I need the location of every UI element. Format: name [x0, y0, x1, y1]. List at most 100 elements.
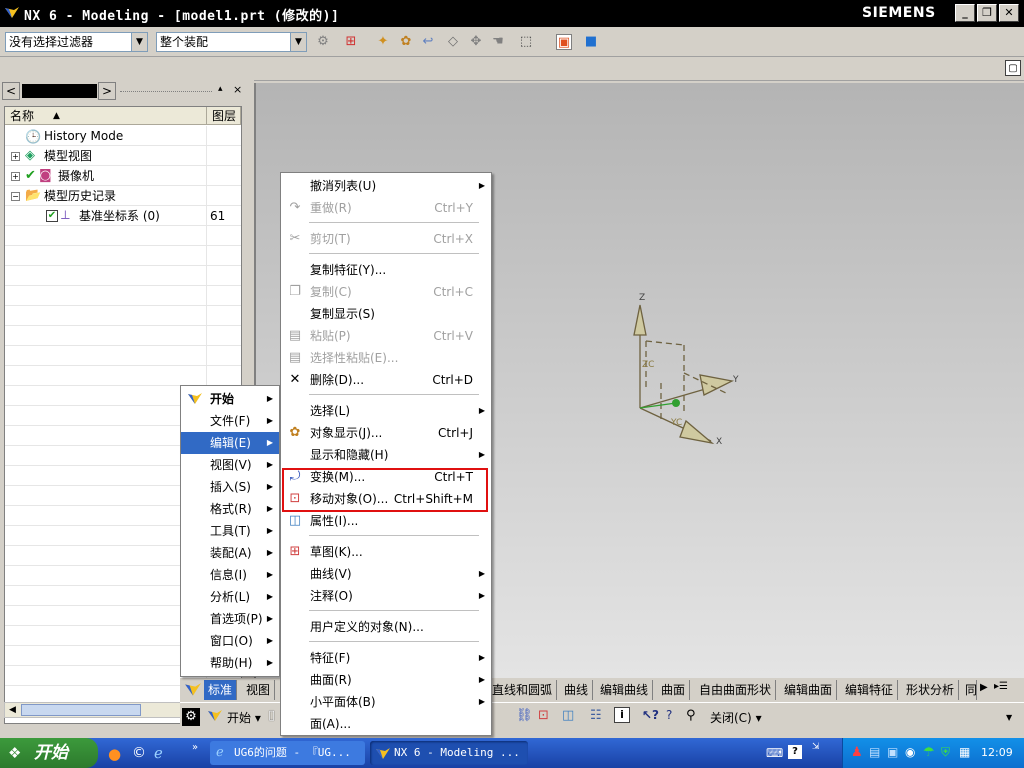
- cursor-icon[interactable]: ✦: [375, 34, 391, 50]
- expand-icon[interactable]: +: [11, 172, 20, 181]
- menu-item-paste-special[interactable]: ▤ 选择性粘贴(E)...: [281, 347, 491, 369]
- ie-icon[interactable]: ℯ: [154, 744, 163, 762]
- umbrella-icon[interactable]: ☂: [923, 745, 935, 760]
- scroll-left-icon[interactable]: <: [2, 82, 20, 100]
- chevron-down-icon[interactable]: ▼: [131, 33, 147, 51]
- snap-point-icon[interactable]: ⊞: [343, 34, 359, 50]
- task-browser[interactable]: ℯ UG6的问题 - 『UG...: [210, 741, 365, 765]
- tab-standard[interactable]: 标准: [204, 680, 238, 700]
- menu-item-annotation[interactable]: 注释(O) ▶: [281, 585, 491, 607]
- menu-item-preferences[interactable]: 首选项(P) ▶: [181, 608, 279, 630]
- menu-item-properties[interactable]: ◫ 属性(I)...: [281, 510, 491, 532]
- restore-button[interactable]: ❐: [977, 4, 997, 22]
- tree-row-datum-csys[interactable]: ✔ ⟂ 基准坐标系 (0) 61: [5, 206, 241, 226]
- menu-item-face[interactable]: 面(A)...: [281, 713, 491, 735]
- menu-item-view[interactable]: 视图(V) ▶: [181, 454, 279, 476]
- quicklaunch-more-icon[interactable]: »: [192, 742, 198, 753]
- eraser-icon[interactable]: ◇: [445, 34, 461, 50]
- people-icon[interactable]: ♟: [851, 745, 863, 760]
- menu-item-surface[interactable]: 曲面(R) ▶: [281, 669, 491, 691]
- link-icon[interactable]: ⛓: [516, 708, 533, 723]
- menu-item-redo[interactable]: ↷ 重做(R) Ctrl+Y: [281, 197, 491, 219]
- undo-icon[interactable]: ↩: [420, 34, 436, 50]
- chevron-down-icon[interactable]: ▼: [290, 33, 306, 51]
- menu-item-help[interactable]: 帮助(H) ▶: [181, 652, 279, 674]
- checkbox-icon[interactable]: ✔: [46, 210, 58, 222]
- column-header-name[interactable]: 名称 ▲: [5, 107, 207, 125]
- tree-row-history-mode[interactable]: 🕒 History Mode: [5, 126, 241, 146]
- help-icon[interactable]: ?: [666, 708, 672, 722]
- cube-icon[interactable]: ▣: [556, 34, 572, 50]
- menu-item-assemblies[interactable]: 装配(A) ▶: [181, 542, 279, 564]
- close-button[interactable]: ✕: [999, 4, 1019, 22]
- tab-freeform[interactable]: 自由曲面形状: [695, 680, 777, 700]
- palette-icon[interactable]: ✿: [398, 34, 414, 50]
- info-icon[interactable]: i: [614, 707, 630, 723]
- navigator-scroll-thumb[interactable]: [22, 84, 97, 98]
- move-icon[interactable]: ✥: [468, 34, 484, 50]
- menu-item-format[interactable]: 格式(R) ▶: [181, 498, 279, 520]
- close-part-button[interactable]: 关闭(C) ▾: [710, 709, 762, 726]
- menu-item-file[interactable]: 文件(F) ▶: [181, 410, 279, 432]
- safety-icon[interactable]: ◉: [905, 745, 915, 759]
- menu-item-facet-body[interactable]: 小平面体(B) ▶: [281, 691, 491, 713]
- tab-shape-analysis[interactable]: 形状分析: [902, 680, 960, 700]
- shield-icon[interactable]: ⛨: [941, 745, 950, 760]
- help-icon[interactable]: ?: [788, 745, 802, 759]
- menu-item-curve[interactable]: 曲线(V) ▶: [281, 563, 491, 585]
- tab-lines-arcs[interactable]: 直线和圆弧: [488, 680, 558, 700]
- menu-item-cut[interactable]: ✂ 剪切(T) Ctrl+X: [281, 228, 491, 250]
- menu-item-feature[interactable]: 特征(F) ▶: [281, 647, 491, 669]
- layer-icon[interactable]: ◫: [562, 708, 574, 723]
- scope-select[interactable]: 整个装配 ▼: [156, 32, 307, 52]
- menu-item-show-hide[interactable]: 显示和隐藏(H) ▶: [281, 444, 491, 466]
- task-nx[interactable]: NX 6 - Modeling ...: [370, 741, 528, 765]
- tab-edit-curves[interactable]: 编辑曲线: [596, 680, 654, 700]
- gear-icon[interactable]: ⚙: [182, 708, 200, 726]
- start-button[interactable]: ❖ 开始: [0, 738, 98, 768]
- menu-item-user-defined-object[interactable]: 用户定义的对象(N)...: [281, 616, 491, 638]
- keyboard-icon[interactable]: ⌨: [766, 746, 783, 760]
- menu-item-analysis[interactable]: 分析(L) ▶: [181, 586, 279, 608]
- tab-edit-features[interactable]: 编辑特征: [841, 680, 899, 700]
- gear-icon[interactable]: ⚙: [315, 34, 331, 50]
- tray-app-icon[interactable]: ▦: [959, 745, 970, 759]
- fit-view-icon[interactable]: ▢: [1005, 60, 1021, 76]
- menu-item-insert[interactable]: 插入(S) ▶: [181, 476, 279, 498]
- hand-icon[interactable]: ☚: [490, 34, 506, 50]
- solid-cube-icon[interactable]: ■: [583, 34, 599, 50]
- tab-edit-surfaces[interactable]: 编辑曲面: [780, 680, 838, 700]
- tab-more[interactable]: 同: [963, 680, 977, 700]
- binoculars-icon[interactable]: ⚲: [686, 708, 696, 723]
- scroll-left-icon[interactable]: ◀: [5, 703, 20, 717]
- menu-item-window[interactable]: 窗口(O) ▶: [181, 630, 279, 652]
- tabs-menu-icon[interactable]: ▸☰: [994, 681, 1008, 692]
- tab-curves[interactable]: 曲线: [560, 680, 594, 700]
- start-menu-button[interactable]: 开始 ▾: [227, 709, 261, 726]
- move-object-icon[interactable]: ⊡: [538, 708, 549, 723]
- menu-item-information[interactable]: 信息(I) ▶: [181, 564, 279, 586]
- scroll-right-icon[interactable]: >: [98, 82, 116, 100]
- info-list-icon[interactable]: ☷: [590, 708, 602, 723]
- menu-item-selection[interactable]: 选择(L) ▶: [281, 400, 491, 422]
- browser-icon[interactable]: ©: [132, 745, 146, 761]
- minimize-button[interactable]: _: [955, 4, 975, 22]
- expand-icon[interactable]: +: [11, 152, 20, 161]
- tree-row-model-views[interactable]: + ◈ 模型视图: [5, 146, 241, 166]
- menu-item-sketch[interactable]: ⊞ 草图(K)...: [281, 541, 491, 563]
- menu-item-start[interactable]: 开始 ▶: [181, 388, 279, 410]
- monitor-icon[interactable]: ▣: [887, 745, 898, 759]
- select-box-icon[interactable]: ⬚: [518, 34, 534, 50]
- network-icon[interactable]: ▤: [869, 745, 880, 759]
- collapse-icon[interactable]: −: [11, 192, 20, 201]
- menu-item-undo-list[interactable]: 撤消列表(U) ▶: [281, 175, 491, 197]
- menu-item-delete[interactable]: ✕ 删除(D)... Ctrl+D: [281, 369, 491, 391]
- collapse-icon[interactable]: ▴: [218, 84, 223, 94]
- menu-item-object-display[interactable]: ✿ 对象显示(J)... Ctrl+J: [281, 422, 491, 444]
- new-file-icon[interactable]: ▯: [268, 708, 275, 723]
- close-icon[interactable]: ×: [233, 83, 242, 96]
- menu-item-paste[interactable]: ▤ 粘贴(P) Ctrl+V: [281, 325, 491, 347]
- menu-item-tools[interactable]: 工具(T) ▶: [181, 520, 279, 542]
- help-pointer-icon[interactable]: ↖?: [642, 708, 659, 722]
- toolbar-overflow-icon[interactable]: ▼: [1006, 713, 1012, 722]
